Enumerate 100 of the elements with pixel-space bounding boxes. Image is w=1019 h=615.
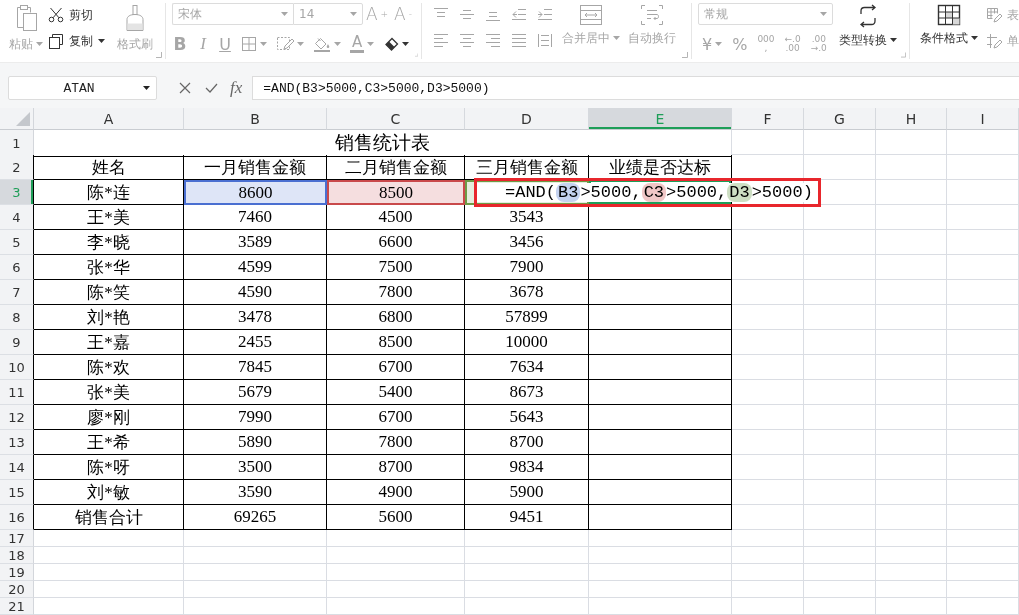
table-cell: 张*美 <box>34 380 184 405</box>
table-cell: 3500 <box>184 455 327 480</box>
table-cell: 5600 <box>327 505 465 530</box>
table-cell: 4500 <box>327 205 465 230</box>
table-cell: 王*美 <box>34 205 184 230</box>
insert-function-button[interactable]: fx <box>230 76 243 100</box>
table-cell: 廖*刚 <box>34 405 184 430</box>
table-cell: 69265 <box>184 505 327 530</box>
table-cell: 5890 <box>184 430 327 455</box>
column-header[interactable]: I <box>947 108 1019 130</box>
row-header[interactable]: 21 <box>0 598 34 615</box>
row-header[interactable]: 16 <box>0 505 34 530</box>
table-cell: 9834 <box>465 455 589 480</box>
table-cell: 3678 <box>465 280 589 305</box>
row-header[interactable]: 12 <box>0 405 34 430</box>
align-left-icon <box>433 32 449 48</box>
table-cell: 7990 <box>184 405 327 430</box>
table-cell: 7500 <box>327 255 465 280</box>
table-cell: 6700 <box>327 405 465 430</box>
table-cell: 8500 <box>327 330 465 355</box>
table-cell: 3589 <box>184 230 327 255</box>
table-cell: 3456 <box>465 230 589 255</box>
row-header[interactable]: 6 <box>0 255 34 280</box>
align-center-icon <box>459 32 475 48</box>
table-cell: 10000 <box>465 330 589 355</box>
table-cell: 陈*呀 <box>34 455 184 480</box>
row-header[interactable]: 11 <box>0 380 34 405</box>
table-cell: 张*华 <box>34 255 184 280</box>
close-icon <box>179 82 191 94</box>
table-cell: 3478 <box>184 305 327 330</box>
row-header[interactable]: 19 <box>0 564 34 581</box>
row-header[interactable]: 8 <box>0 305 34 330</box>
table-cell: 57899 <box>465 305 589 330</box>
table-cell: 销售合计 <box>34 505 184 530</box>
table-cell: 陈*笑 <box>34 280 184 305</box>
justify-icon <box>511 32 527 48</box>
table-cell: 4590 <box>184 280 327 305</box>
caret-icon <box>350 12 357 16</box>
row-header[interactable]: 20 <box>0 581 34 598</box>
row-header[interactable]: 13 <box>0 430 34 455</box>
row-header[interactable]: 9 <box>0 330 34 355</box>
align-right-icon <box>485 32 501 48</box>
table-cell: 8500 <box>327 180 465 205</box>
dialog-launcher-icon[interactable] <box>682 52 688 58</box>
distributed-icon <box>537 32 553 48</box>
table-cell: 6700 <box>327 355 465 380</box>
check-icon <box>205 83 218 93</box>
wrap-text-icon <box>640 4 664 26</box>
hash-pencil-icon <box>986 33 1002 49</box>
table-cell: 4900 <box>327 480 465 505</box>
table-cell: 5900 <box>465 480 589 505</box>
row-header[interactable]: 10 <box>0 355 34 380</box>
row-header[interactable]: 14 <box>0 455 34 480</box>
table-cell: 6600 <box>327 230 465 255</box>
table-cell: 7900 <box>465 255 589 280</box>
table-cell: 6800 <box>327 305 465 330</box>
row-header[interactable]: 15 <box>0 480 34 505</box>
row-header[interactable]: 2 <box>0 155 34 180</box>
name-box[interactable]: ATAN <box>8 76 157 100</box>
row-header[interactable]: 17 <box>0 530 34 547</box>
table-cell: 8700 <box>327 455 465 480</box>
row-header[interactable]: 5 <box>0 230 34 255</box>
table-cell: 7634 <box>465 355 589 380</box>
type-convert-button[interactable]: 类型转换 <box>835 3 901 55</box>
table-cell: 5679 <box>184 380 327 405</box>
copy-button[interactable]: 复制 <box>48 31 110 51</box>
column-header[interactable]: A <box>34 108 184 130</box>
formula-field[interactable]: =AND(B3>5000,C3>5000,D3>5000) <box>252 76 1019 100</box>
column-header[interactable]: F <box>732 108 804 130</box>
column-header[interactable]: D <box>465 108 589 130</box>
row-header[interactable]: 4 <box>0 205 34 230</box>
clipboard-icon <box>14 4 38 32</box>
borders-icon <box>241 36 257 52</box>
indent-icon <box>537 6 553 22</box>
scissors-icon <box>48 7 64 23</box>
row-header[interactable]: 7 <box>0 280 34 305</box>
cut-button[interactable]: 剪切 <box>48 5 110 25</box>
table-cell: 5643 <box>465 405 589 430</box>
column-header[interactable]: G <box>804 108 876 130</box>
column-header[interactable]: C <box>327 108 465 130</box>
caret-icon <box>143 86 150 90</box>
sheet-title: 销售统计表 <box>34 130 732 157</box>
dialog-launcher-icon[interactable] <box>156 52 162 58</box>
column-header[interactable]: H <box>876 108 947 130</box>
table-cell: 9451 <box>465 505 589 530</box>
formula-text: >5000) <box>751 183 813 202</box>
row-header[interactable]: 18 <box>0 547 34 564</box>
table-cell: 王*嘉 <box>34 330 184 355</box>
eraser-icon <box>383 37 400 51</box>
table-cell: 刘*艳 <box>34 305 184 330</box>
dialog-launcher-icon[interactable] <box>901 52 906 58</box>
formula-text: >5000, <box>580 183 642 202</box>
row-header[interactable]: 1 <box>0 130 34 157</box>
column-header[interactable]: B <box>184 108 327 130</box>
header-cell: 业绩是否达标 <box>589 155 732 180</box>
copy-icon <box>48 33 64 49</box>
table-cell: 8600 <box>184 180 327 205</box>
select-all-button[interactable] <box>0 108 34 130</box>
conditional-format-button[interactable]: 条件格式 <box>916 3 982 55</box>
formula-text: >5000, <box>666 183 728 202</box>
